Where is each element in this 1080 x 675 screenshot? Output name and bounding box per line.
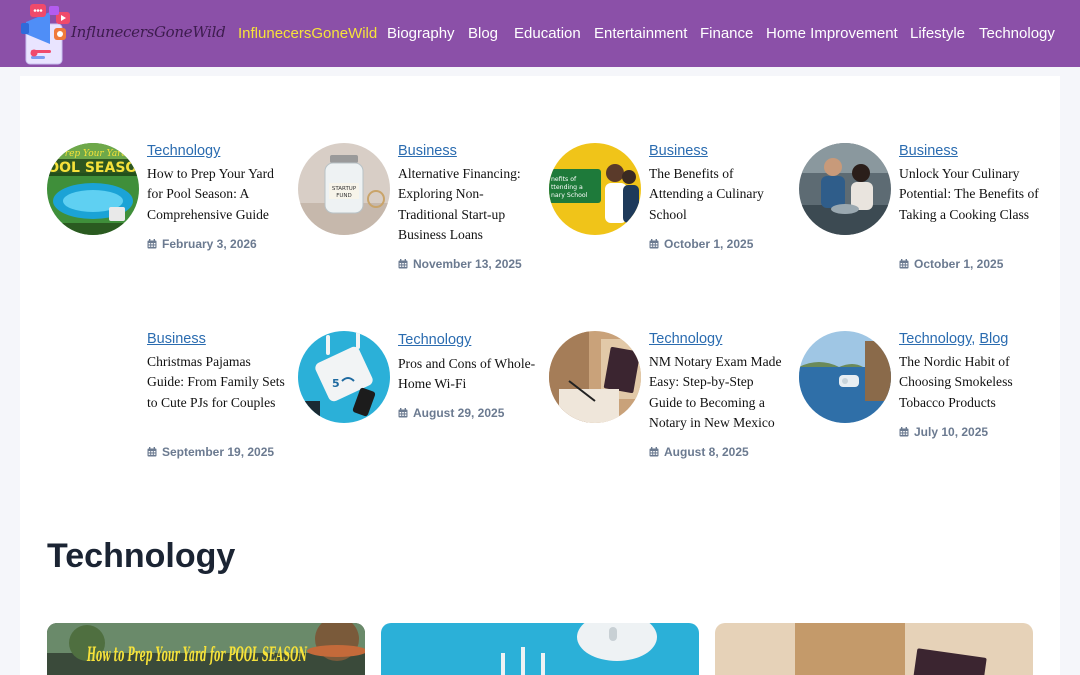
- main-nav: InflunecersGoneWild Biography Blog Educa…: [0, 24, 1080, 44]
- post-date: October 1, 2025: [899, 257, 1003, 271]
- category-link[interactable]: Technology: [398, 332, 471, 348]
- nav-item-influnecersgonewild[interactable]: InflunecersGoneWild: [238, 24, 377, 44]
- post-date: August 8, 2025: [649, 445, 749, 459]
- post-title[interactable]: Alternative Financing: Exploring Non-Tra…: [398, 164, 538, 246]
- category-link[interactable]: Business: [649, 143, 708, 159]
- post-thumbnail-cooking-class[interactable]: [799, 143, 891, 235]
- nav-item-education[interactable]: Education: [514, 24, 581, 44]
- calendar-icon: [899, 427, 909, 437]
- post-date: October 1, 2025: [649, 237, 753, 251]
- post-categories: Technology: [147, 143, 220, 159]
- category-link[interactable]: Business: [147, 331, 206, 347]
- calendar-icon: [398, 408, 408, 418]
- post-categories: Technology: [398, 332, 471, 348]
- nav-item-blog[interactable]: Blog: [468, 24, 498, 44]
- nav-item-home-improvement[interactable]: Home Improvement: [766, 24, 898, 44]
- post-date: August 29, 2025: [398, 406, 504, 420]
- post-thumbnail-culinary-school[interactable]: nefits of ttending a nary School: [549, 143, 641, 235]
- post-title[interactable]: NM Notary Exam Made Easy: Step-by-Step G…: [649, 352, 789, 434]
- nav-item-lifestyle[interactable]: Lifestyle: [910, 24, 965, 44]
- site-header: InflunecersGoneWild InflunecersGoneWild …: [0, 0, 1080, 67]
- post-title[interactable]: Christmas Pajamas Guide: From Family Set…: [147, 352, 287, 413]
- svg-text:STARTUP: STARTUP: [332, 186, 357, 192]
- card-thumbnail-pool[interactable]: How to Prep Your Yard for POOL SEASON: [47, 623, 365, 675]
- calendar-icon: [398, 259, 408, 269]
- calendar-icon: [649, 239, 659, 249]
- svg-text:FUND: FUND: [336, 193, 352, 199]
- calendar-icon: [649, 447, 659, 457]
- post-thumbnail-pool[interactable]: Prep Your Yard POOL SEASON: [47, 143, 139, 235]
- post-categories: Business: [649, 143, 708, 159]
- post-title[interactable]: The Nordic Habit of Choosing Smokeless T…: [899, 352, 1039, 413]
- calendar-icon: [147, 239, 157, 249]
- svg-text:ttending a: ttending a: [551, 184, 583, 191]
- post-thumbnail-notary[interactable]: [549, 331, 641, 423]
- category-link[interactable]: Technology: [899, 331, 971, 347]
- post-thumbnail-nordic-sea[interactable]: [799, 331, 891, 423]
- post-title[interactable]: How to Prep Your Yard for Pool Season: A…: [147, 164, 287, 225]
- nav-item-finance[interactable]: Finance: [700, 24, 753, 44]
- post-categories: Business: [398, 143, 457, 159]
- nav-item-entertainment[interactable]: Entertainment: [594, 24, 687, 44]
- category-link[interactable]: Technology: [649, 331, 722, 347]
- card-thumbnail-router[interactable]: [381, 623, 699, 675]
- category-link[interactable]: Business: [398, 143, 457, 159]
- calendar-icon: [147, 447, 157, 457]
- svg-text:nary School: nary School: [551, 192, 588, 199]
- card-text: How to Prep Your Yard for POOL SEASON: [87, 642, 308, 666]
- post-categories: Technology, Blog: [899, 331, 1009, 347]
- section-title: Technology: [47, 537, 236, 575]
- nav-item-biography[interactable]: Biography: [387, 24, 455, 44]
- post-date: November 13, 2025: [398, 257, 522, 271]
- post-title[interactable]: The Benefits of Attending a Culinary Sch…: [649, 164, 789, 225]
- post-date: September 19, 2025: [147, 445, 274, 459]
- post-date: July 10, 2025: [899, 425, 988, 439]
- thumb-text: POOL SEASON: [47, 160, 139, 176]
- post-categories: Business: [899, 143, 958, 159]
- svg-text:Prep Your Yard: Prep Your Yard: [58, 149, 128, 159]
- category-link[interactable]: Blog: [979, 331, 1008, 347]
- category-link[interactable]: Technology: [147, 143, 220, 159]
- thumb-text: 5: [332, 377, 340, 390]
- svg-text:nefits of: nefits of: [551, 176, 577, 183]
- post-title[interactable]: Pros and Cons of Whole-Home Wi-Fi: [398, 354, 538, 395]
- post-categories: Business: [147, 331, 206, 347]
- post-categories: Technology: [649, 331, 722, 347]
- post-thumbnail-router[interactable]: 5: [298, 331, 390, 423]
- post-title[interactable]: Unlock Your Culinary Potential: The Bene…: [899, 164, 1039, 225]
- post-date: February 3, 2026: [147, 237, 257, 251]
- nav-item-technology[interactable]: Technology: [979, 24, 1055, 44]
- calendar-icon: [899, 259, 909, 269]
- post-thumbnail-jar[interactable]: STARTUP FUND: [298, 143, 390, 235]
- card-thumbnail-notary[interactable]: [715, 623, 1033, 675]
- category-link[interactable]: Business: [899, 143, 958, 159]
